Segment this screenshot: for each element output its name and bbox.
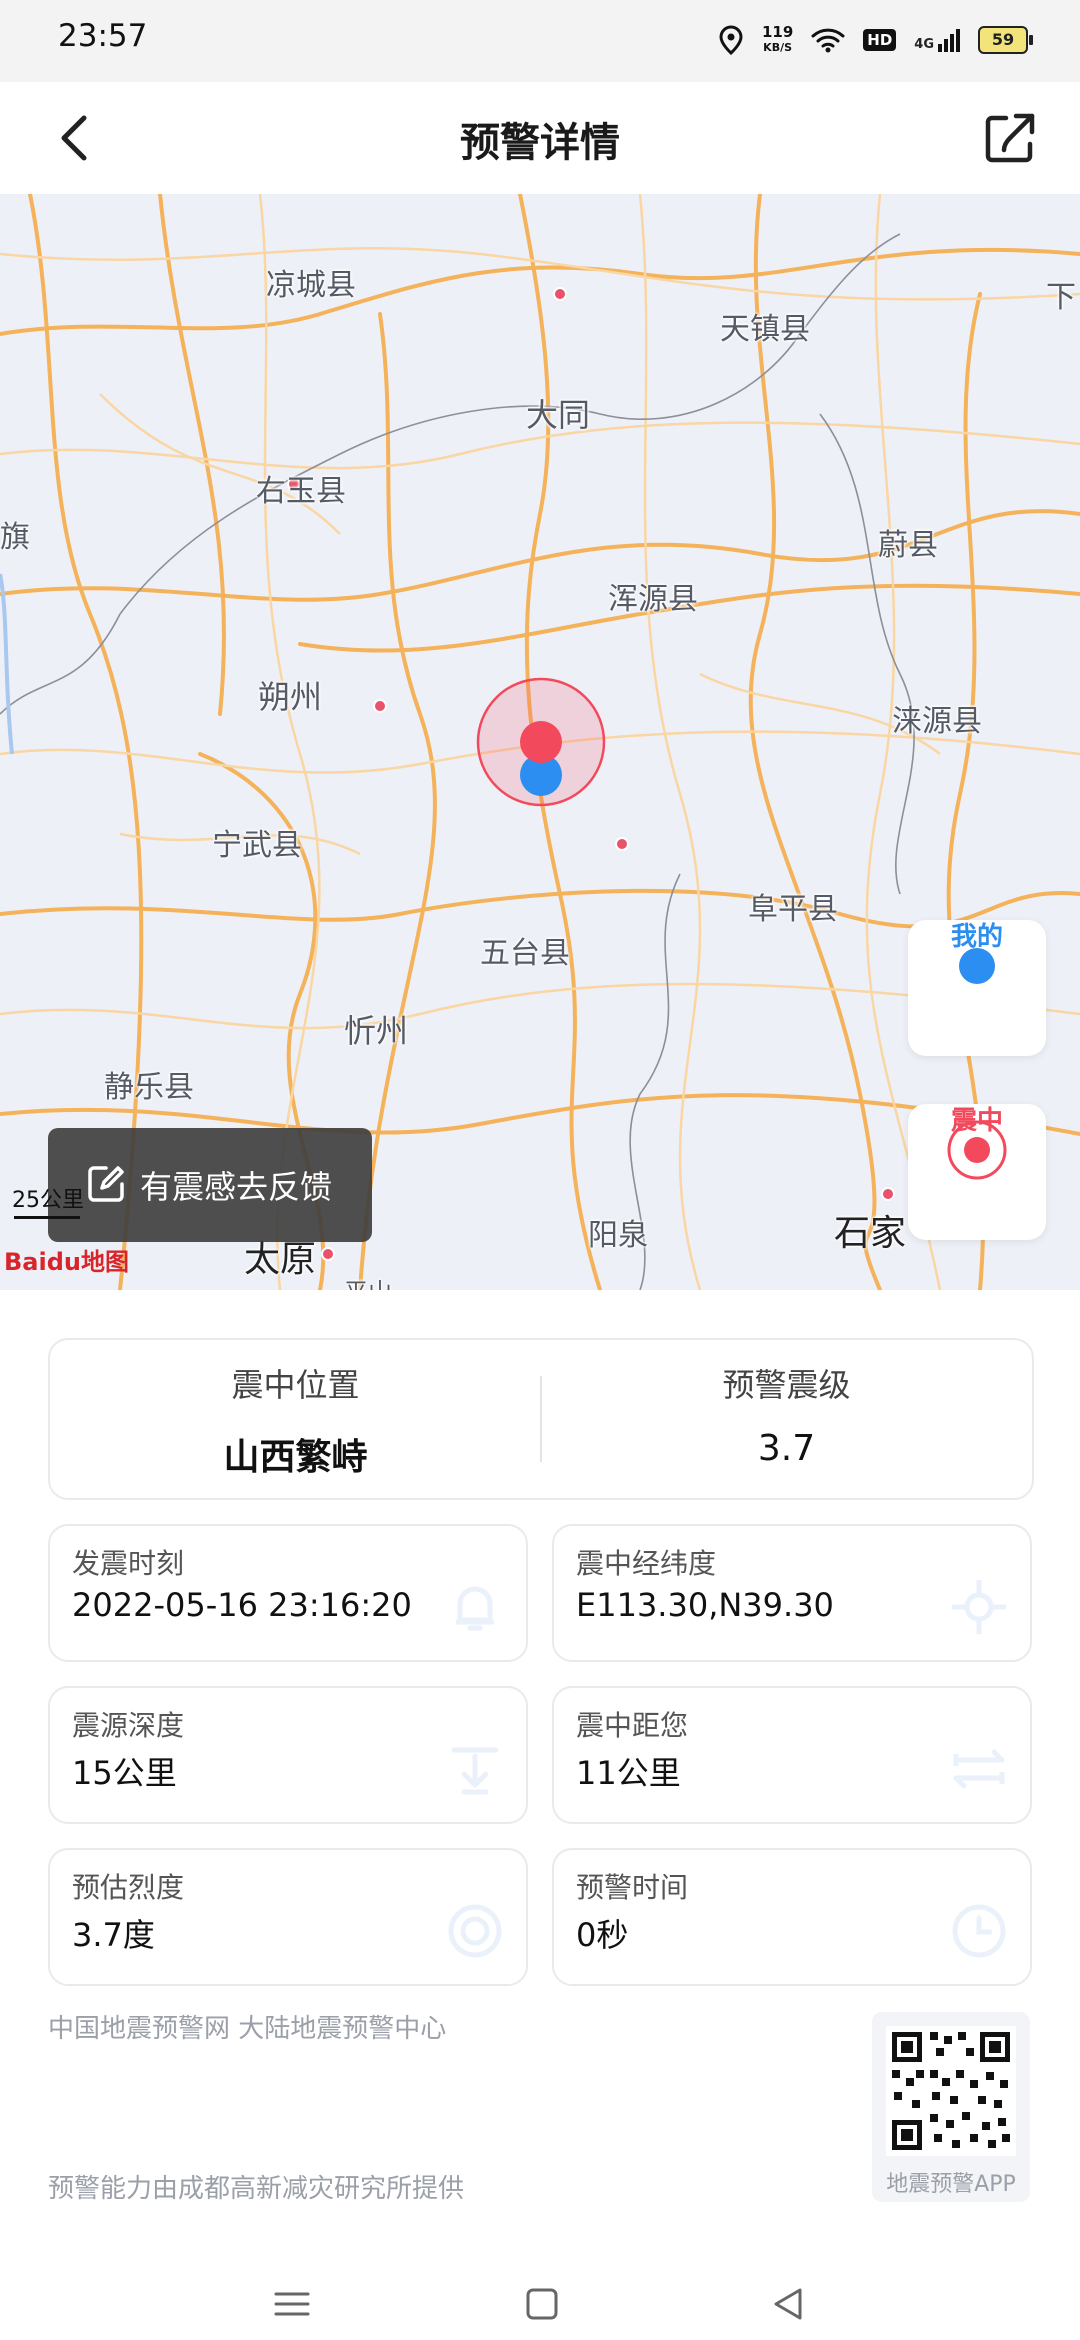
detail-sheet: 震中位置 山西繁峙 预警震级 3.7 发震时刻 2022-05-16 23:16… xyxy=(0,1290,1080,2270)
qr-caption: 地震预警APP xyxy=(886,2172,1016,2197)
city-label: 五台县 xyxy=(480,936,570,971)
warning-time-card: 预警时间 0秒 xyxy=(552,1848,1032,1986)
header: 预警详情 xyxy=(0,82,1080,194)
status-time: 23:57 xyxy=(58,18,148,54)
city-label: 大同 xyxy=(526,396,591,434)
page-title: 预警详情 xyxy=(460,120,620,166)
share-button[interactable] xyxy=(976,104,1044,172)
map-view[interactable]: 凉城县 天镇县 大同 右玉县 蔚县 浑源县 朔州 涞源县 宁武县 阜平县 五台县… xyxy=(0,194,1080,1290)
feedback-label: 有震感去反馈 xyxy=(140,1168,333,1206)
city-label: 石家 xyxy=(834,1213,907,1254)
crosshair-icon xyxy=(952,1580,1006,1634)
net-speed-unit: KB/S xyxy=(763,41,793,54)
wifi-icon xyxy=(811,28,845,53)
summary-card: 震中位置 山西繁峙 预警震级 3.7 xyxy=(48,1338,1034,1500)
distance-icon xyxy=(953,1749,1005,1789)
net-speed: 119 KB/S xyxy=(762,25,793,55)
city-label: 浑源县 xyxy=(608,582,698,617)
location-icon xyxy=(719,25,743,55)
distance-caption: 震中距您 xyxy=(576,1709,689,1742)
hd-badge: HD xyxy=(863,29,897,51)
net-speed-value: 119 xyxy=(761,23,794,41)
feedback-button[interactable]: 有震感去反馈 xyxy=(48,1128,372,1242)
epicenter-marker xyxy=(476,677,606,807)
epicenter-location-value: 山西繁峙 xyxy=(223,1437,368,1478)
network-type: 4G xyxy=(914,36,934,52)
depth-caption: 震源深度 xyxy=(72,1709,185,1742)
home-nav-icon[interactable] xyxy=(522,2284,562,2324)
city-label: 忻州 xyxy=(344,1012,409,1050)
origin-time-caption: 发震时刻 xyxy=(72,1547,185,1580)
qr-code-icon xyxy=(886,2026,1016,2156)
status-bar: 23:57 119 KB/S HD 4G 59 xyxy=(0,0,1080,82)
epicenter-button[interactable]: 震中 xyxy=(908,1104,1046,1240)
city-label: 宁武县 xyxy=(212,828,302,863)
battery-indicator: 59 xyxy=(978,26,1033,54)
app-qr-code[interactable]: 地震预警APP xyxy=(872,2012,1030,2202)
back-nav-icon[interactable] xyxy=(768,2284,808,2324)
signal-icon: 4G xyxy=(914,28,960,52)
intensity-card: 预估烈度 3.7度 xyxy=(48,1848,528,1986)
coordinates-caption: 震中经纬度 xyxy=(576,1547,717,1580)
coordinates-card: 震中经纬度 E113.30,N39.30 xyxy=(552,1524,1032,1662)
city-label: 平山 xyxy=(344,1272,392,1290)
menu-nav-icon[interactable] xyxy=(272,2284,312,2324)
distance-card: 震中距您 11公里 xyxy=(552,1686,1032,1824)
warning-time-value: 0秒 xyxy=(576,1916,629,1954)
edit-icon xyxy=(88,1166,124,1202)
warning-magnitude-caption: 预警震级 xyxy=(722,1366,851,1404)
city-label: 朔州 xyxy=(258,678,323,716)
city-label: 静乐县 xyxy=(104,1070,194,1105)
city-label: 右玉县 xyxy=(256,474,346,509)
city-label: 阳泉 xyxy=(588,1218,648,1253)
epicenter-location: 震中位置 山西繁峙 xyxy=(50,1340,541,1480)
data-source-text: 中国地震预警网 大陆地震预警中心 xyxy=(48,2014,447,2044)
epicenter-target-icon xyxy=(947,1120,1007,1180)
system-nav-bar xyxy=(0,2270,1080,2340)
intensity-value: 3.7度 xyxy=(72,1916,155,1954)
distance-value: 11公里 xyxy=(576,1754,681,1792)
origin-time-value: 2022-05-16 23:16:20 xyxy=(72,1586,412,1624)
city-label: 阜平县 xyxy=(748,892,838,927)
share-icon xyxy=(985,113,1035,163)
my-location-button[interactable]: 我的 xyxy=(908,920,1046,1056)
baidu-map-logo: Baidu地图 xyxy=(4,1248,129,1276)
warning-magnitude-value: 3.7 xyxy=(757,1428,816,1469)
city-label: 凉城县 xyxy=(266,268,356,303)
warning-time-caption: 预警时间 xyxy=(576,1871,689,1904)
depth-card: 震源深度 15公里 xyxy=(48,1686,528,1824)
bell-icon xyxy=(456,1586,494,1631)
map-scale-label: 25公里 xyxy=(12,1188,84,1213)
target-icon xyxy=(448,1904,502,1958)
my-location-dot-icon xyxy=(959,948,995,984)
depth-value: 15公里 xyxy=(72,1754,177,1792)
map-scale-bar xyxy=(14,1216,80,1219)
city-label: 天镇县 xyxy=(720,312,810,347)
provider-text: 预警能力由成都高新减灾研究所提供 xyxy=(48,2174,465,2204)
status-icons: 119 KB/S HD 4G 59 xyxy=(718,18,1033,62)
clock-icon xyxy=(952,1904,1006,1958)
city-label: 蔚县 xyxy=(878,528,938,563)
origin-time-card: 发震时刻 2022-05-16 23:16:20 xyxy=(48,1524,528,1662)
city-label: 涞源县 xyxy=(892,704,982,739)
warning-magnitude: 预警震级 3.7 xyxy=(541,1340,1032,1469)
coordinates-value: E113.30,N39.30 xyxy=(576,1586,834,1624)
city-label: 旗 xyxy=(0,520,30,555)
depth-icon xyxy=(451,1747,499,1795)
intensity-caption: 预估烈度 xyxy=(72,1871,185,1904)
city-label: 下 xyxy=(1046,280,1076,315)
epicenter-location-caption: 震中位置 xyxy=(231,1366,360,1404)
